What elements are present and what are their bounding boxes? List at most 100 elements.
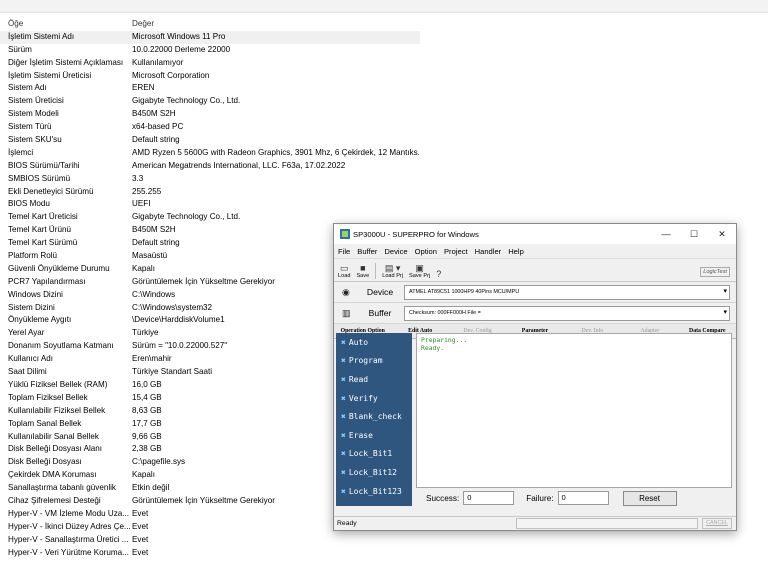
- row-item-name: Toplam Fiziksel Bellek: [8, 392, 88, 402]
- row-item-value: 3.3: [132, 173, 144, 183]
- result-bar: Success: 0 Failure: 0 Reset: [416, 490, 732, 506]
- row-item-value: 255.255: [132, 186, 162, 196]
- table-row[interactable]: Sürüm 10.0.22000 Derleme 22000: [0, 44, 420, 57]
- log-console[interactable]: Preparing... Ready.: [416, 333, 732, 488]
- operation-icon: ✖: [341, 467, 346, 477]
- row-item-name: Platform Rolü: [8, 251, 58, 261]
- menu-file[interactable]: File: [338, 247, 350, 256]
- operation-label: Lock_Bit1: [348, 449, 393, 459]
- table-row[interactable]: Sistem SKU'su Default string: [0, 134, 420, 147]
- operation-verify-button[interactable]: ✖ Verify: [336, 389, 412, 408]
- row-item-name: Önyükleme Aygıtı: [8, 315, 72, 325]
- row-item-name: Kullanılabilir Sanal Bellek: [8, 431, 99, 441]
- table-row[interactable]: Sistem Üreticisi Gigabyte Technology Co.,…: [0, 95, 420, 108]
- column-header-item[interactable]: Öğe: [0, 18, 132, 31]
- row-item-name: Toplam Sanal Bellek: [8, 418, 82, 428]
- row-item-name: Donanım Soyutlama Katmanı: [8, 341, 114, 351]
- operation-auto-button[interactable]: ✖ Auto: [336, 333, 412, 352]
- operation-lock-bit1-button[interactable]: ✖ Lock_Bit1: [336, 445, 412, 464]
- menu-device[interactable]: Device: [384, 247, 407, 256]
- failure-count: 0: [557, 491, 609, 505]
- table-row[interactable]: Sistem Modeli B450M S2H: [0, 108, 420, 121]
- row-item-name: Kullanılabilir Fiziksel Bellek: [8, 405, 106, 415]
- operation-blank-check-button[interactable]: ✖ Blank_check: [336, 407, 412, 426]
- table-row[interactable]: Ekli Denetleyici Sürümü 255.255: [0, 186, 420, 199]
- table-row[interactable]: İşletim Sistemi Adı Microsoft Windows 11 …: [0, 30, 420, 44]
- buffer-row: ▥ Buffer Checksum: 000FF000H File = ▾: [334, 303, 736, 324]
- status-bar: Ready CANCEL: [334, 516, 736, 530]
- minimize-button[interactable]: —: [652, 229, 680, 239]
- row-item-name: Kullanıcı Adı: [8, 354, 53, 364]
- device-label: Device: [366, 287, 394, 297]
- title-bar[interactable]: SP3000U - SUPERPRO for Windows — ☐ ✕: [334, 224, 736, 244]
- save-project-button[interactable]: ▣ Save Prj: [409, 263, 430, 281]
- help-button[interactable]: ?: [436, 269, 441, 281]
- table-row[interactable]: BIOS Sürümü/Tarihi American Megatrends In…: [0, 160, 420, 173]
- chevron-down-icon[interactable]: ▾: [723, 308, 727, 316]
- superpro-window: SP3000U - SUPERPRO for Windows — ☐ ✕ Fil…: [333, 223, 737, 531]
- app-icon: [340, 229, 350, 239]
- save-button[interactable]: ■ Save: [356, 263, 369, 281]
- window-top-strip: [0, 0, 768, 13]
- row-item-name: Sanallaştırma tabanlı güvenlik: [8, 483, 116, 493]
- menu-buffer[interactable]: Buffer: [357, 247, 377, 256]
- table-row[interactable]: Hyper-V - Sanallaştırma Üretici ... Evet: [0, 534, 420, 547]
- row-item-name: PCR7 Yapılandırması: [8, 276, 86, 286]
- row-item-name: BIOS Modu: [8, 199, 50, 209]
- row-item-name: Disk Belleği Dosyası: [8, 457, 82, 467]
- table-row[interactable]: İşlemci AMD Ryzen 5 5600G with Radeon Gra…: [0, 147, 420, 160]
- device-row: ◉ Device ATMEL AT89C51 1000HP9 40Pins MC…: [334, 282, 736, 303]
- cancel-button[interactable]: CANCEL: [702, 518, 732, 529]
- chevron-down-icon[interactable]: ▾: [723, 287, 727, 295]
- table-row[interactable]: Sistem Türü x64-based PC: [0, 121, 420, 134]
- row-item-name: Sürüm: [8, 44, 32, 54]
- failure-label: Failure:: [526, 493, 554, 503]
- menu-option[interactable]: Option: [415, 247, 437, 256]
- close-button[interactable]: ✕: [708, 229, 736, 240]
- column-header-value[interactable]: Değer: [132, 18, 420, 31]
- operation-label: Erase: [348, 430, 373, 440]
- save-label: Save: [356, 273, 370, 279]
- menu-handler[interactable]: Handler: [475, 247, 502, 256]
- operation-label: Lock_Bit123: [348, 486, 402, 496]
- table-row[interactable]: Hyper-V - Veri Yürütme Koruma... Evet: [0, 547, 420, 560]
- operation-icon: ✖: [341, 337, 346, 347]
- operation-lock-bit12-button[interactable]: ✖ Lock_Bit12: [336, 463, 412, 482]
- row-item-value: UEFI: [132, 199, 151, 209]
- load-project-icon: ▤ ▾: [384, 263, 401, 273]
- table-row[interactable]: Diğer İşletim Sistemi Açıklaması Kullanıl…: [0, 57, 420, 70]
- menu-project[interactable]: Project: [444, 247, 468, 256]
- operation-icon: ✖: [341, 393, 346, 403]
- reset-button[interactable]: Reset: [622, 490, 677, 506]
- operation-lock-bit123-button[interactable]: ✖ Lock_Bit123: [336, 482, 412, 501]
- table-row[interactable]: Sistem Adı EREN: [0, 82, 420, 95]
- table-row[interactable]: İşletim Sistemi Üreticisi Microsoft Corpo…: [0, 70, 420, 83]
- operation-icon: ✖: [341, 430, 346, 440]
- operation-icon: ✖: [341, 412, 346, 422]
- row-item-name: Sistem SKU'su: [8, 135, 62, 145]
- row-item-value: American Megatrends International, LLC. …: [132, 160, 346, 170]
- row-item-name: Temel Kart Ürünü: [8, 225, 71, 235]
- row-item-name: Disk Belleği Dosyası Alanı: [8, 444, 103, 454]
- maximize-button[interactable]: ☐: [680, 229, 708, 240]
- load-label: Load: [338, 273, 351, 279]
- row-item-value: B450M S2H: [132, 109, 176, 119]
- operation-erase-button[interactable]: ✖ Erase: [336, 426, 412, 445]
- table-header[interactable]: Öğe Değer: [0, 18, 420, 31]
- row-item-name: Yerel Ayar: [8, 328, 45, 338]
- table-row[interactable]: SMBIOS Sürümü 3.3: [0, 173, 420, 186]
- operation-program-button[interactable]: ✖ Program: [336, 352, 412, 371]
- save-project-icon: ▣: [415, 263, 424, 273]
- device-select[interactable]: ATMEL AT89C51 1000HP9 40Pins MCU/MPU ▾: [404, 284, 730, 300]
- row-item-value: AMD Ryzen 5 5600G with Radeon Graphics, …: [132, 147, 420, 157]
- load-project-button[interactable]: ▤ ▾ Load Prj: [382, 263, 403, 281]
- menu-help[interactable]: Help: [508, 247, 524, 256]
- table-row[interactable]: BIOS Modu UEFI: [0, 198, 420, 211]
- menu-bar: File Buffer Device Option Project Handle…: [334, 244, 736, 258]
- operation-read-button[interactable]: ✖ Read: [336, 370, 412, 389]
- operation-icon: ✖: [341, 486, 346, 496]
- operation-icon: ✖: [341, 356, 346, 366]
- logictest-logo: LogicTest: [700, 267, 730, 277]
- buffer-select[interactable]: Checksum: 000FF000H File = ▾: [404, 305, 730, 321]
- load-button[interactable]: ▭ Load: [338, 263, 350, 281]
